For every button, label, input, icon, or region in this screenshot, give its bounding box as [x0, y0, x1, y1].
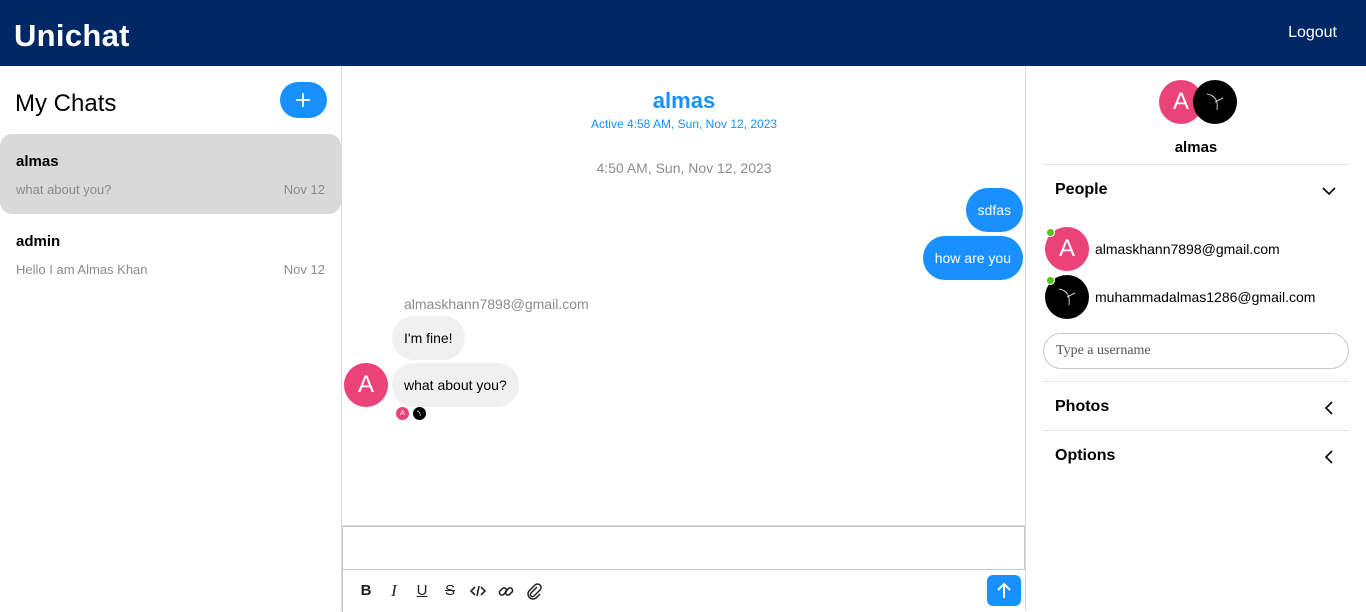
chat-active-status: Active 4:58 AM, Sun, Nov 12, 2023 [590, 117, 778, 131]
chat-card-name: almas [16, 153, 59, 170]
options-section-title[interactable]: Options [1055, 447, 1115, 465]
new-chat-button[interactable] [280, 82, 327, 118]
member-avatar [1193, 80, 1237, 124]
app-brand: Unichat [14, 18, 130, 53]
chat-card-almas[interactable]: almas what about you? Nov 12 [0, 134, 341, 214]
divider [1043, 164, 1349, 165]
chevron-left-icon[interactable] [1321, 449, 1337, 465]
code-icon[interactable] [469, 582, 487, 600]
chat-list-panel: My Chats almas what about you? Nov 12 ad… [0, 66, 342, 611]
chat-title: almas [652, 88, 716, 113]
bold-icon[interactable]: B [357, 582, 375, 600]
arrow-up-icon [997, 582, 1011, 598]
username-input[interactable] [1043, 333, 1349, 369]
send-button[interactable] [987, 575, 1021, 606]
my-message-bubble: how are you [922, 236, 1023, 280]
italic-icon[interactable]: I [385, 582, 403, 600]
photos-section-title[interactable]: Photos [1055, 398, 1109, 416]
read-receipt-avatar: A [396, 407, 409, 420]
chat-feed: almas Active 4:58 AM, Sun, Nov 12, 2023 … [342, 66, 1026, 612]
plus-icon [296, 93, 310, 107]
chat-settings-panel: A almas People A almaskhann7898@gmail.co… [1026, 66, 1366, 611]
message-input[interactable] [342, 526, 1025, 570]
logout-button[interactable]: Logout [1288, 24, 1337, 42]
underline-icon[interactable]: U [413, 582, 431, 600]
divider [1043, 430, 1349, 431]
strikethrough-icon[interactable]: S [441, 582, 459, 600]
read-receipt-avatar [413, 407, 426, 420]
chevron-down-icon[interactable] [1321, 183, 1337, 199]
online-indicator [1046, 276, 1055, 285]
chat-card-date: Nov 12 [283, 182, 325, 197]
attachment-icon[interactable] [525, 582, 543, 600]
message-composer: B I U S [342, 525, 1026, 612]
my-message-bubble: sdfas [965, 188, 1023, 232]
sender-avatar: A [344, 363, 388, 407]
people-section-title[interactable]: People [1055, 181, 1107, 199]
chat-list-title: My Chats [15, 90, 117, 117]
chat-card-name: admin [16, 233, 61, 250]
format-toolbar: B I U S [342, 570, 1025, 612]
settings-chat-title: almas [1174, 139, 1218, 156]
chat-card-preview: Hello I am Almas Khan [16, 262, 148, 277]
divider [1043, 381, 1349, 382]
chat-card-admin[interactable]: admin Hello I am Almas Khan Nov 12 [0, 214, 341, 294]
person-email: almaskhann7898@gmail.com [1095, 241, 1280, 257]
message-timestamp: 4:50 AM, Sun, Nov 12, 2023 [596, 160, 772, 176]
chat-card-date: Nov 12 [283, 262, 325, 277]
their-message-bubble: I'm fine! [392, 316, 465, 360]
chevron-left-icon[interactable] [1321, 400, 1337, 416]
link-icon[interactable] [497, 582, 515, 600]
their-message-bubble: what about you? [392, 363, 519, 407]
top-bar: Unichat Logout [0, 0, 1366, 66]
chat-card-preview: what about you? [16, 182, 112, 197]
sender-email: almaskhann7898@gmail.com [404, 296, 589, 312]
online-indicator [1046, 228, 1055, 237]
person-email: muhammadalmas1286@gmail.com [1095, 289, 1316, 305]
